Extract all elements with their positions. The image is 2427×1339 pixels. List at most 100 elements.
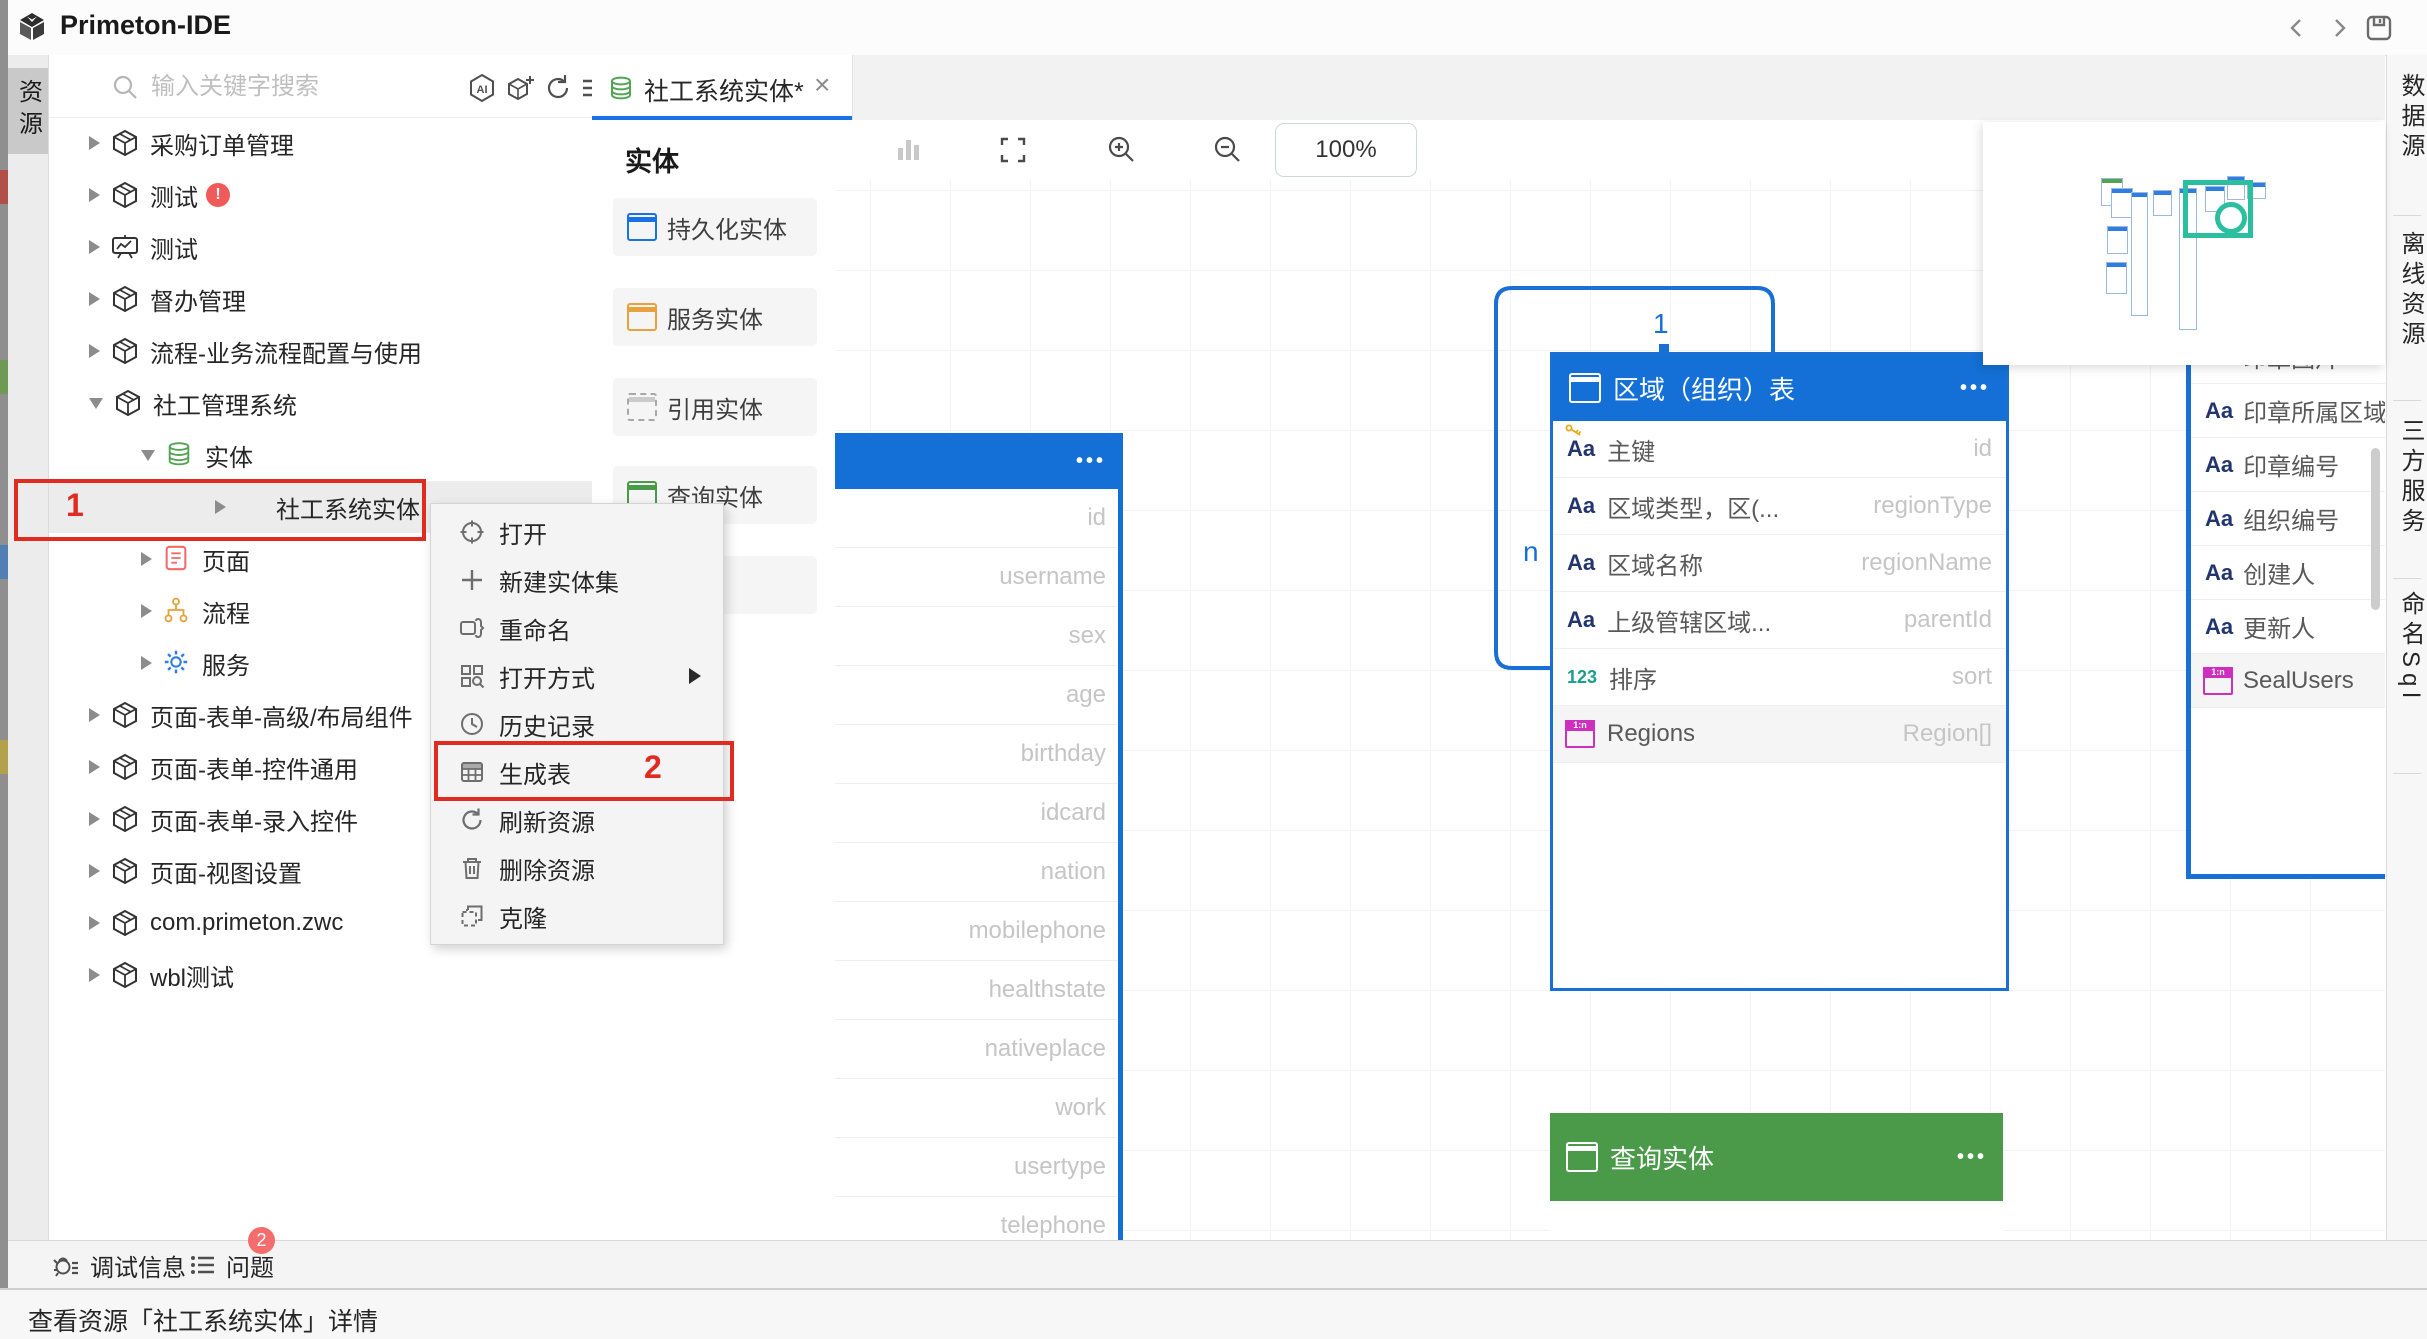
entity-field-row[interactable]: idcard [835,784,1122,843]
refresh-icon[interactable] [543,73,573,103]
ai-assistant-icon[interactable]: AI [467,73,497,103]
entity-menu-icon[interactable]: ••• [1960,377,1990,400]
chevron-right-icon[interactable] [89,968,100,982]
entity-field-row[interactable]: mobilephone [835,902,1122,961]
one-to-many-icon [2203,667,2233,695]
tree-item-6[interactable]: 社工管理系统 [49,377,592,429]
tree-item-3[interactable]: 测试 [49,221,592,273]
tree-item-7[interactable]: 实体 [49,429,592,481]
chevron-right-icon[interactable] [141,604,152,618]
entity-field-row[interactable]: work [835,1079,1122,1138]
zoom-in-icon[interactable] [1107,135,1137,165]
menu-item-1[interactable]: 打开 [431,508,723,556]
tree-item-1[interactable]: 采购订单管理 [49,117,592,169]
chart-icon[interactable] [893,135,923,165]
entity-field-row[interactable]: usertype [835,1138,1122,1197]
entity-field-row[interactable]: nation [835,843,1122,902]
menu-item-7[interactable]: 刷新资源 [431,796,723,844]
entity-field-row[interactable]: healthstate [835,961,1122,1020]
entity-field-row[interactable]: telephone [835,1197,1122,1240]
query-entity-table[interactable]: 查询实体 ••• [1550,1113,2003,1240]
region-entity-table[interactable]: 区域（组织）表 ••• Aa主键idAa区域类型，区(...regionType… [1550,352,2009,991]
entity-field-row[interactable]: Aa上级管辖区域...parentId [1553,592,2006,649]
seal-entity-table[interactable]: Aa印章图片Aa印章所属区域Aa印章编号Aa组织编号Aa创建人Aa更新人Seal… [2186,330,2385,879]
entity-field-row[interactable]: SealUsers [2191,654,2385,708]
chevron-right-icon[interactable] [141,552,152,566]
menu-item-4[interactable]: 打开方式 [431,652,723,700]
chevron-right-icon[interactable] [141,656,152,670]
tree-item-2[interactable]: 测试! [49,169,592,221]
entity-field-row[interactable]: Aa印章所属区域 [2191,384,2385,438]
menu-item-8[interactable]: 删除资源 [431,844,723,892]
rail-tab-datasource[interactable]: 数据源 [2387,73,2427,163]
region-entity-header[interactable]: 区域（组织）表 ••• [1553,355,2006,421]
new-model-icon[interactable] [505,73,535,103]
entity-field-row[interactable]: Aa更新人 [2191,600,2385,654]
chevron-right-icon[interactable] [89,188,100,202]
entity-field-row[interactable]: username [835,548,1122,607]
entity-menu-icon[interactable]: ••• [1076,450,1106,473]
zoom-level-button[interactable]: 100% [1275,123,1417,177]
rail-tab-offline-resources[interactable]: 离线资源 [2387,231,2427,351]
entity-menu-icon[interactable]: ••• [1957,1146,1987,1169]
palette-item-1[interactable]: 持久化实体 [613,198,817,256]
chevron-right-icon[interactable] [89,812,100,826]
chevron-down-icon[interactable] [141,450,155,461]
save-icon[interactable] [2364,13,2394,43]
chevron-right-icon[interactable] [89,292,100,306]
entity-field-row[interactable]: RegionsRegion[] [1553,706,2006,763]
entity-field-row[interactable]: Aa印章编号 [2191,438,2385,492]
fullscreen-icon[interactable] [998,135,1028,165]
debug-info-button[interactable]: 调试信息 [52,1241,186,1289]
menu-item-9[interactable]: 克隆 [431,892,723,940]
query-entity-header[interactable]: 查询实体 ••• [1550,1113,2003,1201]
entity-field-row[interactable]: Aa区域类型，区(...regionType [1553,478,2006,535]
tree-item-17[interactable]: wbl测试 [49,949,592,1001]
field-label: 创建人 [2243,555,2315,590]
entity-field-row[interactable]: Aa区域名称regionName [1553,535,2006,592]
minimap[interactable] [1983,122,2385,365]
palette-item-2[interactable]: 服务实体 [613,288,817,346]
chevron-right-icon[interactable] [89,344,100,358]
chevron-right-icon[interactable] [89,916,100,930]
entity-field-row[interactable]: Aa主键id [1553,421,2006,478]
menu-item-6[interactable]: 生成表 [431,748,723,796]
entity-field-row[interactable]: sex [835,607,1122,666]
tree-item-4[interactable]: 督办管理 [49,273,592,325]
tab-shegong-entity[interactable]: 社工系统实体* × [592,55,853,120]
chevron-down-icon[interactable] [89,398,103,409]
chevron-right-icon[interactable] [89,864,100,878]
users-entity-rows: idusernamesexagebirthdayidcardnationmobi… [835,489,1122,1240]
chevron-right-icon[interactable] [89,240,100,254]
entity-field-row[interactable]: nativeplace [835,1020,1122,1079]
users-entity-table[interactable]: ••• idusernamesexagebirthdayidcardnation… [835,433,1122,1240]
entity-field-row[interactable]: Aa组织编号 [2191,492,2385,546]
back-icon[interactable] [2282,13,2312,43]
entity-field-row[interactable]: age [835,666,1122,725]
rail-tab-named-sql[interactable]: 命名Sql [2387,591,2427,704]
entity-field-row[interactable]: Aa创建人 [2191,546,2385,600]
chevron-right-icon[interactable] [89,708,100,722]
chevron-right-icon[interactable] [215,500,226,514]
rail-tab-third-party-services[interactable]: 三方服务 [2387,418,2427,538]
search-input[interactable] [149,67,403,107]
tab-close-icon[interactable]: × [814,69,830,101]
tree-item-5[interactable]: 流程-业务流程配置与使用 [49,325,592,377]
canvas-vertical-scrollbar[interactable] [2371,448,2380,610]
minimap-viewport-handle[interactable] [2215,202,2247,234]
chevron-right-icon[interactable] [89,136,100,150]
forward-icon[interactable] [2324,13,2354,43]
clone-icon [459,903,485,929]
zoom-out-icon[interactable] [1213,135,1243,165]
resources-rail-tab[interactable]: 资源 [8,68,48,154]
users-entity-header[interactable]: ••• [835,433,1122,489]
chevron-right-icon[interactable] [89,760,100,774]
palette-item-3[interactable]: 引用实体 [613,378,817,436]
entity-field-row[interactable]: 123排序sort [1553,649,2006,706]
menu-item-5[interactable]: 历史记录 [431,700,723,748]
field-label: 印章编号 [2243,447,2339,482]
menu-item-3[interactable]: 重命名 [431,604,723,652]
menu-item-2[interactable]: 新建实体集 [431,556,723,604]
entity-field-row[interactable]: id [835,489,1122,548]
entity-field-row[interactable]: birthday [835,725,1122,784]
